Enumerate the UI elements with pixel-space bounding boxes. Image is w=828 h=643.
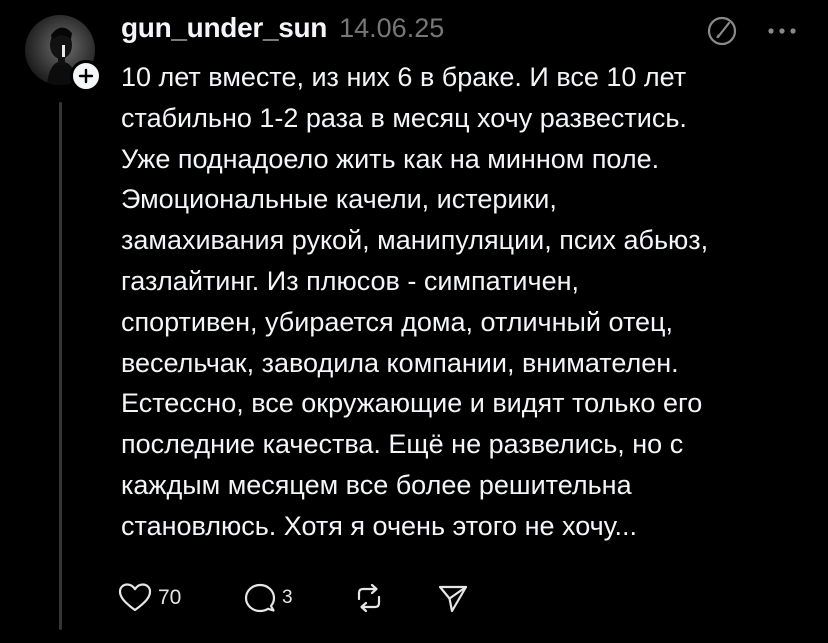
repost-button[interactable] — [352, 580, 386, 616]
post-text-line: 10 лет вместе, из них 6 в браке. И все 1… — [121, 62, 687, 92]
plus-icon — [78, 68, 94, 84]
post-text-line: газлайтинг. Из плюсов - симпатичен, — [121, 265, 580, 296]
post-text-line: становлюсь. Хотя я очень этого не хочу..… — [121, 510, 637, 541]
username[interactable]: gun_under_sun — [121, 12, 327, 44]
post-text-line: последние качества. Ещё не развелись, но… — [121, 429, 684, 460]
post-date: 14.06.25 — [339, 13, 445, 43]
like-count: 70 — [158, 586, 182, 609]
share-button[interactable] — [436, 580, 470, 616]
edit-icon[interactable] — [705, 14, 739, 48]
post-text-line: Естессно, все окружающие и видят только … — [121, 388, 703, 419]
heart-icon — [118, 583, 152, 612]
reply-button[interactable]: 3 — [244, 580, 293, 616]
thread-line — [59, 102, 62, 630]
post-text-line: стабильно 1-2 раза в месяц хочу развести… — [121, 102, 687, 133]
reply-count: 3 — [282, 587, 293, 608]
post-text-line: замахивания рукой, манипуляции, псих абь… — [121, 225, 709, 256]
post-header: gun_under_sun 14.06.25 — [121, 12, 444, 44]
post-text-line: спортивен, убирается дома, отличный отец… — [121, 306, 673, 337]
more-icon[interactable] — [765, 24, 799, 36]
post-text-line: Эмоциональные качели, истерики, — [121, 184, 557, 215]
post-text-line: весельчак, заводила компании, внимателен… — [121, 347, 679, 378]
share-icon — [438, 585, 468, 613]
post-text: 10 лет вместе, из них 6 в браке. И все 1… — [121, 57, 811, 547]
comment-icon — [244, 583, 276, 613]
repost-icon — [357, 583, 381, 613]
post-text-line: Уже поднадоело жить как на минном поле. — [121, 143, 660, 174]
post-text-line: каждым месяцем все более решительна — [121, 469, 632, 500]
thread-post: gun_under_sun 14.06.25 10 лет вместе, из… — [0, 0, 828, 643]
follow-button[interactable] — [70, 60, 102, 92]
like-button[interactable]: 70 — [118, 580, 181, 616]
